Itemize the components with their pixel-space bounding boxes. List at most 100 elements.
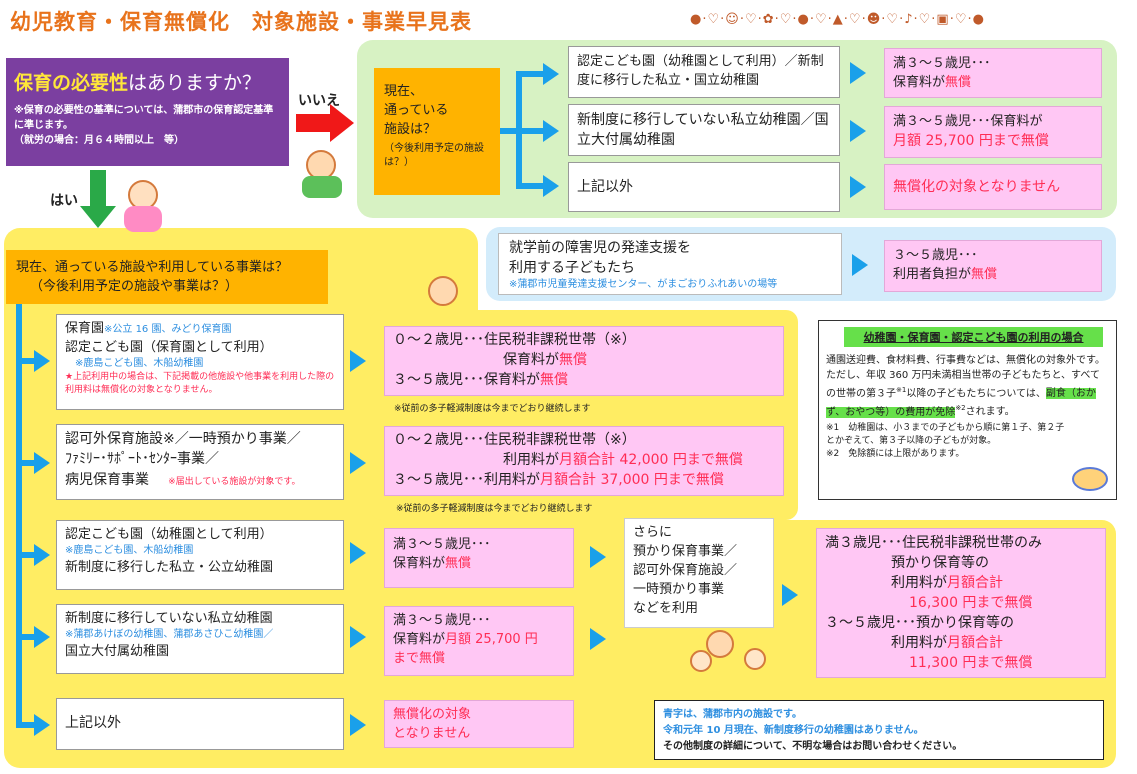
left-connector-1	[16, 358, 36, 364]
disability-arrow	[852, 254, 868, 276]
green-facility-1: 認定こども園（幼稚園として利用）／新制度に移行した私立・国立幼稚園	[568, 46, 840, 98]
disability-res-b: 利用者負担が	[893, 267, 972, 282]
green-arrow-2	[543, 120, 559, 142]
green-res-1a: 満３～５歳児･･･	[893, 56, 991, 71]
r1-name-a-note: ※公立 16 園、みどり保育園	[104, 324, 232, 335]
yes-arrow-shaft	[90, 170, 106, 208]
green-arrow-1	[543, 63, 559, 85]
green-q-line3: 施設は？	[384, 122, 437, 137]
r2-name-b: ※／一時預かり事業／	[163, 431, 301, 447]
r2-name-d: 病児保育事業	[65, 472, 149, 488]
r2-res2b: 月額合計 42,000 円まで無償	[559, 452, 743, 468]
r1-res3a: ３～５歳児･･･保育料が	[393, 372, 540, 388]
extra-res-a2: 預かり保育等の	[891, 555, 989, 571]
disability-line2: 利用する子どもたち	[509, 260, 635, 276]
extra-l3: 認可外保育施設／	[633, 563, 738, 578]
r3-note: ※鹿島こども園、木船幼稚園	[65, 545, 194, 556]
r1-arrow	[350, 350, 366, 372]
r1-name-a: 保育園	[65, 321, 105, 336]
left-arrow-1	[34, 350, 50, 372]
nursery-box: 保育園※公立 16 園、みどり保育園 認定こども園（保育園として利用） ※鹿島こ…	[56, 314, 344, 410]
r1-footnote: ※従前の多子軽減制度は今までどおり継続します	[394, 404, 591, 414]
green-res-2a: 満３～５歳児･･･保育料が	[893, 114, 1043, 129]
r3-name-b: 新制度に移行した私立・公立幼稚園	[65, 560, 274, 575]
note-p1c: されます。	[965, 406, 1015, 418]
extra-res-a1: 満３歳児･･･住民税非課税世帯のみ	[825, 535, 1042, 551]
r3-res-c: 無償	[445, 556, 472, 571]
left-arrow-4	[34, 626, 50, 648]
r1-res3b: 無償	[540, 372, 568, 388]
extra-l2: 預かり保育事業／	[633, 544, 738, 559]
green-q-line1: 現在、	[384, 84, 424, 99]
green-result-1: 満３～５歳児･･･ 保育料が無償	[884, 48, 1102, 98]
yes-q-line2: （今後利用予定の施設や事業は？）	[30, 279, 239, 294]
r4-note: ※蒲郡あけぼの幼稚園、蒲郡あさひこ幼稚園／	[65, 629, 274, 640]
green-facility-2: 新制度に移行していない私立幼稚園／国立大付属幼稚園	[568, 104, 840, 156]
extra-l1: さらに	[633, 525, 673, 540]
green-res-arrow-2	[850, 120, 866, 142]
r1-name-b: 認定こども園（保育園として利用）	[65, 340, 273, 355]
unlicensed-box: 認可外保育施設※／一時預かり事業／ ﾌｧﾐﾘｰ･ｻﾎﾟｰﾄ･ｾﾝﾀｰ事業／ 病児…	[56, 424, 344, 500]
disability-note: ※蒲郡市児童発達支援センター、がまごおりふれあいの場等	[509, 279, 778, 290]
disability-box: 就学前の障害児の発達支援を 利用する子どもたち ※蒲郡市児童発達支援センター、が…	[498, 233, 842, 295]
r4-arrow	[350, 626, 366, 648]
r1-res1: ０～２歳児･･･住民税非課税世帯（※）	[393, 332, 636, 348]
green-q-line2: 通っている	[384, 103, 449, 118]
yes-label: はい	[50, 193, 78, 209]
extra-result: 満３歳児･･･住民税非課税世帯のみ 預かり保育等の 利用料が月額合計 16,30…	[816, 528, 1106, 678]
yes-question-box: 現在、通っている施設や利用している事業は？ （今後利用予定の施設や事業は？）	[6, 250, 328, 304]
r4-res-d: まで無償	[393, 651, 446, 666]
green-facility-1-text: 認定こども園（幼稚園として利用）／新制度に移行した私立・国立幼稚園	[577, 54, 824, 88]
note-n2: ※2 免除額には上限があります。	[826, 448, 965, 459]
left-connector-5	[16, 722, 36, 728]
r4-name-a: 新制度に移行していない私立幼稚園	[65, 611, 273, 626]
left-connector-2	[16, 460, 36, 466]
left-connector-3	[16, 552, 36, 558]
r2-arrow	[350, 452, 366, 474]
r3-result: 満３～５歳児･･･ 保育料が無償	[384, 528, 574, 588]
disability-res-c: 無償	[971, 267, 998, 282]
extra-arrow-2	[590, 628, 606, 650]
left-arrow-5	[34, 714, 50, 736]
footer-l3: その他制度の詳細について、不明な場合はお問い合わせください。	[663, 741, 963, 752]
green-res-arrow-1	[850, 62, 866, 84]
extra-l4: 一時預かり事業	[633, 582, 725, 597]
disability-res-a: ３～５歳児･･･	[893, 248, 978, 263]
r5-res-a: 無償化の対象	[393, 707, 472, 722]
r2-res3a: ３～５歳児･･･利用料が	[393, 472, 540, 488]
question-main-b: はありますか？	[128, 72, 262, 94]
r1-result: ０～２歳児･･･住民税非課税世帯（※） 保育料が無償 ３～５歳児･･･保育料が無…	[384, 326, 784, 396]
green-facility-3: 上記以外	[568, 162, 840, 212]
extra-res-a3b: 月額合計	[947, 575, 1003, 591]
r5-res-b: となりません	[393, 726, 471, 741]
page-title: 幼児教育・保育無償化 対象施設・事業早見表	[10, 10, 472, 34]
green-res-2c: 月額 25,700 円まで無償	[893, 133, 1049, 149]
kindergarten-old-box: 新制度に移行していない私立幼稚園 ※蒲郡あけぼの幼稚園、蒲郡あさひこ幼稚園／ 国…	[56, 604, 344, 674]
yes-q-line1: 現在、通っている施設や利用している事業は？	[16, 260, 288, 275]
r3-name-a: 認定こども園（幼稚園として利用）	[65, 527, 273, 542]
extra-res-b2a: 利用料が	[891, 635, 947, 651]
r2-name-a: 認可外保育施設	[65, 431, 163, 447]
green-connector-3	[516, 183, 546, 189]
green-q-note: （今後利用予定の施設は？）	[384, 143, 484, 168]
child-left-icon	[690, 650, 712, 672]
disability-line1: 就学前の障害児の発達支援を	[509, 240, 691, 256]
extra-res-b3: 11,300 円まで無償	[909, 655, 1033, 671]
left-arrow-2	[34, 452, 50, 474]
green-question-box: 現在、 通っている 施設は？ （今後利用予定の施設は？）	[374, 68, 500, 195]
extra-res-a3a: 利用料が	[891, 575, 947, 591]
r3-arrow	[350, 542, 366, 564]
question-note2: （就労の場合：月６４時間以上 等）	[14, 135, 184, 146]
note-p1-sup2: ※2	[955, 404, 966, 413]
question-note: ※保育の必要性の基準については、蒲郡市の保育認定基準に準じます。	[14, 105, 274, 131]
green-arrow-3	[543, 175, 559, 197]
r2-footnote: ※従前の多子軽減制度は今までどおり継続します	[396, 504, 593, 514]
footer-l1: 青字は、蒲郡市内の施設です。	[663, 709, 802, 720]
r2-result: ０～２歳児･･･住民税非課税世帯（※） 利用料が月額合計 42,000 円まで無…	[384, 426, 784, 496]
r4-name-b: 国立大付属幼稚園	[65, 644, 170, 659]
r3-res-a: 満３～５歳児･･･	[393, 537, 491, 552]
r4-res-c: 月額 25,700 円	[445, 632, 538, 647]
extra-res-a4: 16,300 円まで無償	[909, 595, 1033, 611]
note-p1b: 以降の子どもたちについては、	[906, 388, 1046, 400]
green-connector-1	[516, 71, 546, 77]
